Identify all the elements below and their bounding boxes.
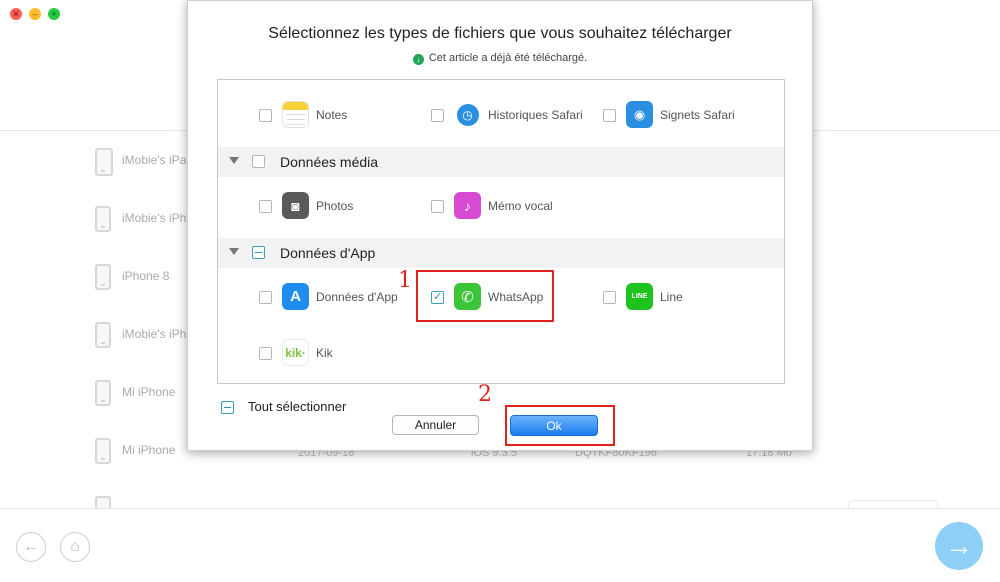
maximize-window-button[interactable]: +: [48, 8, 60, 20]
category-app-data-label: Données d'App: [280, 245, 376, 261]
highlight-ok: [505, 405, 615, 446]
device-name: Mi iPhone: [122, 443, 176, 457]
cancel-button[interactable]: Annuler: [392, 415, 479, 435]
category-app-data[interactable]: Données d'App: [218, 238, 784, 268]
safari-bookmarks-label: Signets Safari: [660, 108, 735, 122]
dialog-subtitle: ↓ Cet article a déjà été téléchargé.: [188, 52, 812, 65]
device-name: Mi iPhone: [122, 385, 176, 399]
file-types-panel[interactable]: Notes ◷ Historiques Safari ◉ Signets Saf…: [217, 79, 785, 384]
home-icon: ⌂: [70, 538, 80, 555]
app-data-checkbox[interactable]: [259, 291, 272, 304]
notes-checkbox[interactable]: [259, 109, 272, 122]
dialog-title: Sélectionnez les types de fichiers que v…: [268, 25, 732, 42]
window-controls: ✕ – +: [10, 8, 60, 20]
bottom-bar: [0, 508, 1000, 582]
safari-history-label: Historiques Safari: [488, 108, 583, 122]
select-all-checkbox[interactable]: [221, 401, 234, 414]
voice-memo-checkbox[interactable]: [431, 200, 444, 213]
safari-history-icon: ◷: [454, 101, 481, 128]
iphone-icon: [95, 496, 111, 508]
photos-checkbox[interactable]: [259, 200, 272, 213]
download-dialog: Sélectionnez les types de fichiers que v…: [187, 0, 813, 451]
ipad-icon: [95, 148, 113, 176]
device-name: iMobie's iPh: [122, 327, 187, 341]
line-checkbox[interactable]: [603, 291, 616, 304]
download-icon: ↓: [412, 54, 424, 65]
collapse-triangle-icon[interactable]: [229, 157, 239, 164]
app-data-label: Données d'App: [316, 290, 398, 304]
category-app-data-checkbox[interactable]: [252, 246, 265, 259]
safari-bookmarks-icon: ◉: [626, 101, 653, 128]
line-label: Line: [660, 290, 683, 304]
kik-checkbox[interactable]: [259, 347, 272, 360]
iphone-icon: [95, 264, 111, 290]
line-icon: LINE: [626, 283, 653, 310]
category-media-checkbox[interactable]: [252, 155, 265, 168]
home-button[interactable]: ⌂: [60, 532, 90, 562]
iphone-icon: [95, 322, 111, 348]
arrow-left-icon: ←: [23, 538, 39, 555]
next-button[interactable]: →: [935, 522, 983, 570]
safari-history-checkbox[interactable]: [431, 109, 444, 122]
back-button[interactable]: ←: [16, 532, 46, 562]
app-store-icon: A: [282, 283, 309, 310]
close-window-button[interactable]: ✕: [10, 8, 22, 20]
voice-memo-label: Mémo vocal: [488, 199, 553, 213]
microphone-icon: ♪: [454, 192, 481, 219]
device-name: iMobie's iPh: [122, 211, 187, 225]
notes-icon: [282, 101, 309, 128]
photos-label: Photos: [316, 199, 354, 213]
subtitle-text: Cet article a déjà été téléchargé.: [428, 52, 588, 64]
step-1-label: 1: [398, 268, 412, 293]
iphone-icon: [95, 438, 111, 464]
iphone-icon: [95, 380, 111, 406]
highlight-whatsapp: [416, 270, 554, 322]
device-name: iMobie's iPa: [122, 153, 187, 167]
category-media-label: Données média: [280, 154, 379, 170]
kik-label: Kik: [316, 346, 333, 360]
collapse-triangle-icon[interactable]: [229, 248, 239, 255]
step-2-label: 2: [478, 382, 492, 407]
kik-icon: kik·: [282, 339, 309, 366]
iphone-icon: [95, 206, 111, 232]
notes-label: Notes: [316, 108, 348, 122]
minimize-window-button[interactable]: –: [29, 8, 41, 20]
category-media[interactable]: Données média: [218, 147, 784, 177]
device-name: iPhone 8: [122, 269, 170, 283]
safari-bookmarks-checkbox[interactable]: [603, 109, 616, 122]
select-all-label: Tout sélectionner: [248, 399, 347, 414]
camera-icon: ◙: [282, 192, 309, 219]
arrow-right-icon: →: [945, 530, 973, 561]
